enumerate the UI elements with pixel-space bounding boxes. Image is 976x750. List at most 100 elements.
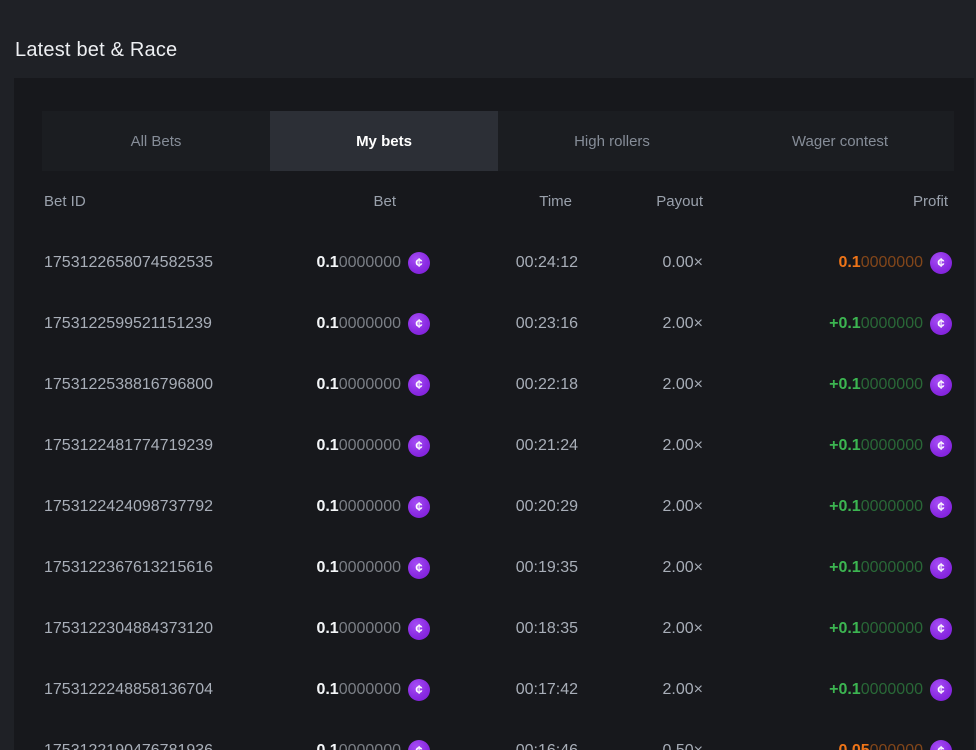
bets-panel: All Bets My bets High rollers Wager cont…: [14, 78, 974, 750]
bet-id: 1753122190476781936: [42, 742, 298, 750]
bet-amount-zeros: 0000000: [339, 376, 401, 394]
bet-amount-main: 0.1: [316, 254, 338, 272]
column-header-time: Time: [430, 193, 588, 210]
bet-payout: 0.00×: [588, 254, 713, 272]
bet-amount-main: 0.1: [316, 376, 338, 394]
bet-time: 00:17:42: [430, 681, 588, 699]
coin-icon: ¢: [408, 496, 430, 518]
bet-profit-main: +0.1: [829, 559, 861, 577]
bet-profit: +0.10000000 ¢: [713, 557, 954, 579]
bet-payout: 2.00×: [588, 620, 713, 638]
bet-payout: 2.00×: [588, 681, 713, 699]
table-row: 1753122424098737792 0.10000000 ¢ 00:20:2…: [42, 476, 954, 537]
coin-icon: ¢: [930, 557, 952, 579]
bet-amount-zeros: 0000000: [339, 681, 401, 699]
bet-amount: 0.10000000 ¢: [298, 679, 430, 701]
bet-profit-zeros: 0000000: [861, 498, 923, 516]
bet-amount: 0.10000000 ¢: [298, 618, 430, 640]
bet-payout: 2.00×: [588, 315, 713, 333]
coin-icon: ¢: [408, 740, 430, 750]
bet-payout: 2.00×: [588, 376, 713, 394]
bet-payout: 0.50×: [588, 742, 713, 750]
bet-amount-main: 0.1: [316, 315, 338, 333]
bet-time: 00:19:35: [430, 559, 588, 577]
bet-amount-zeros: 0000000: [339, 254, 401, 272]
bet-amount: 0.10000000 ¢: [298, 496, 430, 518]
bet-amount-zeros: 0000000: [339, 315, 401, 333]
table-body: 1753122658074582535 0.10000000 ¢ 00:24:1…: [42, 232, 954, 750]
bet-time: 00:24:12: [430, 254, 588, 272]
bet-amount: 0.10000000 ¢: [298, 374, 430, 396]
column-header-bet: Bet: [298, 193, 430, 210]
coin-icon: ¢: [930, 679, 952, 701]
tab-high-rollers[interactable]: High rollers: [498, 111, 726, 171]
bet-time: 00:22:18: [430, 376, 588, 394]
bet-id: 1753122248858136704: [42, 681, 298, 699]
bet-amount: 0.10000000 ¢: [298, 435, 430, 457]
bet-profit-main: +0.1: [829, 437, 861, 455]
bet-amount-main: 0.1: [316, 620, 338, 638]
bet-id: 1753122599521151239: [42, 315, 298, 333]
bet-profit: +0.10000000 ¢: [713, 435, 954, 457]
bet-profit-main: +0.1: [829, 498, 861, 516]
coin-icon: ¢: [408, 252, 430, 274]
coin-icon: ¢: [408, 557, 430, 579]
coin-icon: ¢: [930, 740, 952, 750]
bet-amount-zeros: 0000000: [339, 742, 401, 750]
bet-amount-zeros: 0000000: [339, 437, 401, 455]
bet-amount: 0.10000000 ¢: [298, 557, 430, 579]
table-row: 1753122190476781936 0.10000000 ¢ 00:16:4…: [42, 720, 954, 750]
bet-profit: +0.10000000 ¢: [713, 679, 954, 701]
bet-profit-main: +0.1: [829, 681, 861, 699]
bet-time: 00:21:24: [430, 437, 588, 455]
tab-all-bets[interactable]: All Bets: [42, 111, 270, 171]
bet-profit-main: 0.05: [838, 742, 869, 750]
bet-time: 00:16:46: [430, 742, 588, 750]
coin-icon: ¢: [408, 618, 430, 640]
bet-profit-main: 0.1: [838, 254, 860, 272]
bet-id: 1753122538816796800: [42, 376, 298, 394]
coin-icon: ¢: [930, 374, 952, 396]
bet-profit-zeros: 0000000: [861, 620, 923, 638]
bet-amount: 0.10000000 ¢: [298, 313, 430, 335]
page-title: Latest bet & Race: [15, 39, 177, 62]
bet-payout: 2.00×: [588, 498, 713, 516]
bet-profit: 0.10000000 ¢: [713, 252, 954, 274]
coin-icon: ¢: [930, 313, 952, 335]
bet-id: 1753122658074582535: [42, 254, 298, 272]
tab-wager-contest[interactable]: Wager contest: [726, 111, 954, 171]
bet-profit-zeros: 0000000: [861, 681, 923, 699]
bet-profit-zeros: 0000000: [861, 437, 923, 455]
bet-profit: +0.10000000 ¢: [713, 618, 954, 640]
column-header-payout: Payout: [588, 193, 713, 210]
bet-id: 1753122481774719239: [42, 437, 298, 455]
bet-id: 1753122304884373120: [42, 620, 298, 638]
table-header: Bet ID Bet Time Payout Profit: [42, 171, 954, 232]
tab-my-bets[interactable]: My bets: [270, 111, 498, 171]
bet-amount-main: 0.1: [316, 559, 338, 577]
bet-profit: +0.10000000 ¢: [713, 313, 954, 335]
bet-profit: +0.10000000 ¢: [713, 374, 954, 396]
bet-profit-main: +0.1: [829, 315, 861, 333]
bet-payout: 2.00×: [588, 559, 713, 577]
page-header: Latest bet & Race: [0, 0, 976, 78]
bet-amount-zeros: 0000000: [339, 620, 401, 638]
table-row: 1753122599521151239 0.10000000 ¢ 00:23:1…: [42, 293, 954, 354]
bet-payout: 2.00×: [588, 437, 713, 455]
table-row: 1753122367613215616 0.10000000 ¢ 00:19:3…: [42, 537, 954, 598]
bet-amount-main: 0.1: [316, 437, 338, 455]
bet-amount-main: 0.1: [316, 742, 338, 750]
coin-icon: ¢: [408, 374, 430, 396]
bet-time: 00:20:29: [430, 498, 588, 516]
bet-profit-zeros: 0000000: [861, 315, 923, 333]
bet-profit: 0.05000000 ¢: [713, 740, 954, 750]
bet-time: 00:23:16: [430, 315, 588, 333]
bet-profit-main: +0.1: [829, 620, 861, 638]
table-row: 1753122481774719239 0.10000000 ¢ 00:21:2…: [42, 415, 954, 476]
coin-icon: ¢: [408, 313, 430, 335]
table-row: 1753122304884373120 0.10000000 ¢ 00:18:3…: [42, 598, 954, 659]
coin-icon: ¢: [930, 496, 952, 518]
coin-icon: ¢: [930, 252, 952, 274]
coin-icon: ¢: [930, 618, 952, 640]
bet-amount-zeros: 0000000: [339, 559, 401, 577]
